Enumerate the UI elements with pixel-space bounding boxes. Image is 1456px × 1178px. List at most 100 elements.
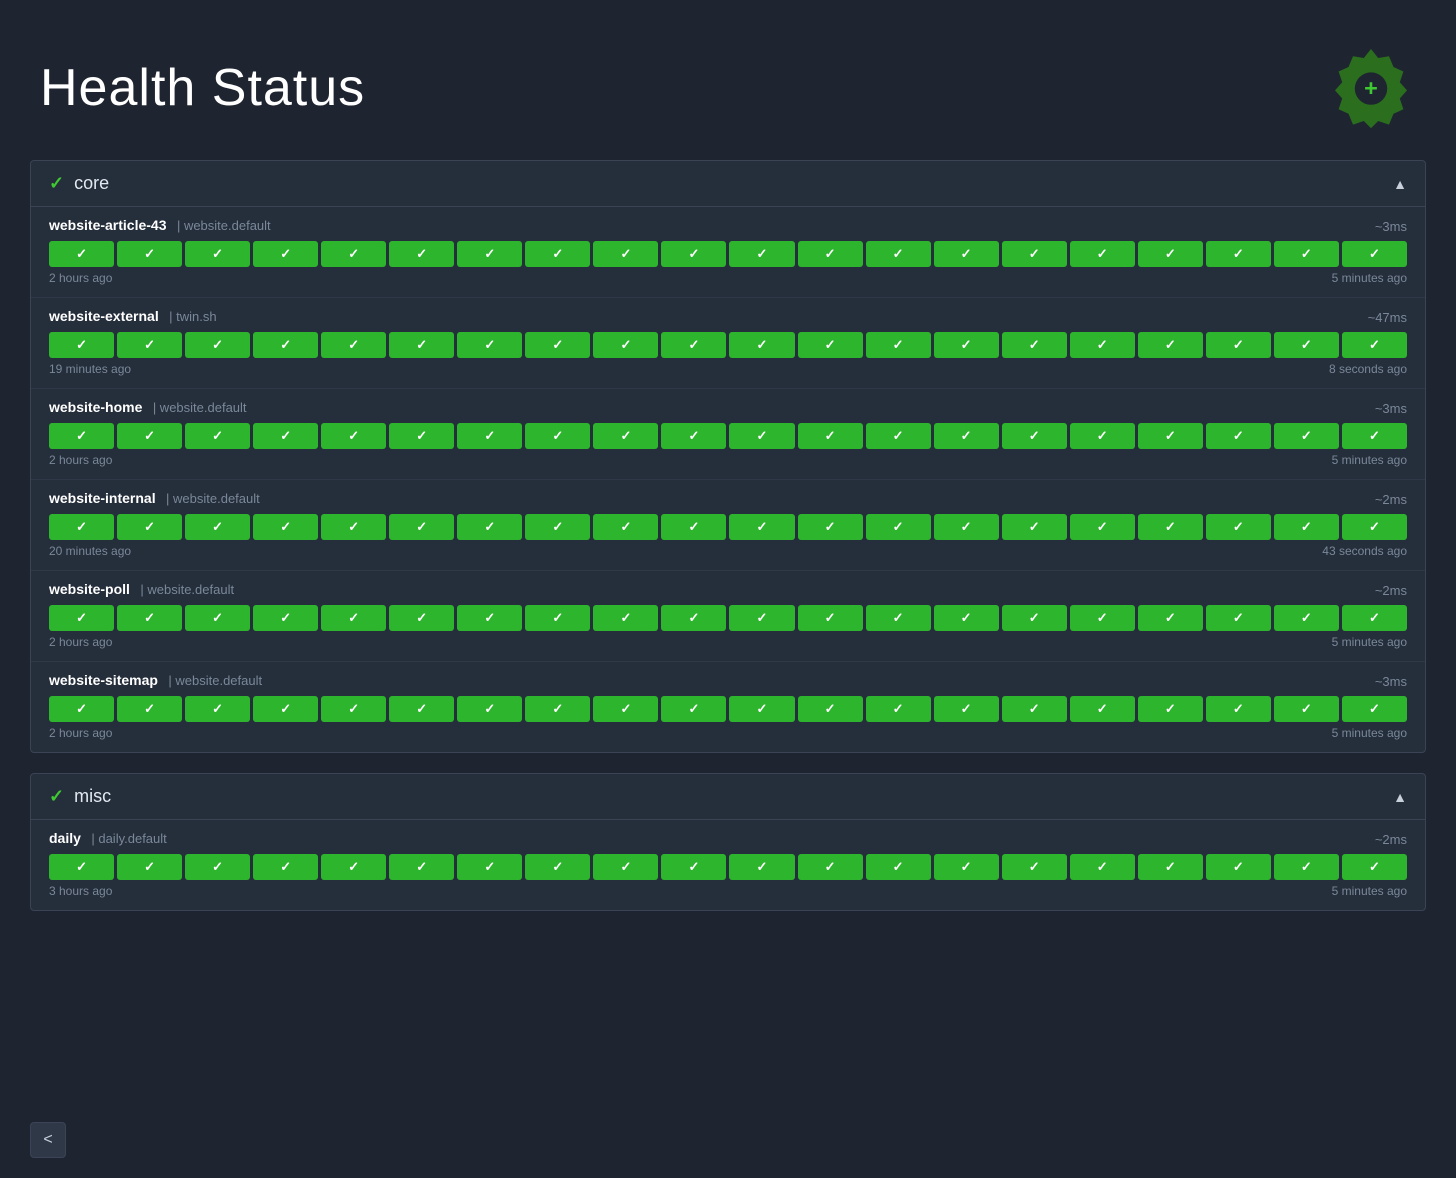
time-from-website-home: 2 hours ago (49, 453, 112, 467)
service-name-group-website-article-43: website-article-43 | website.default (49, 217, 271, 235)
section-title-misc: ✓ misc (49, 786, 111, 807)
check-box: ✓ (866, 423, 931, 449)
check-box: ✓ (1342, 854, 1407, 880)
section-header-misc[interactable]: ✓ misc ▲ (31, 774, 1425, 820)
check-box: ✓ (457, 423, 522, 449)
check-box: ✓ (1138, 241, 1203, 267)
checks-bar-website-poll: ✓✓✓✓✓✓✓✓✓✓✓✓✓✓✓✓✓✓✓✓ (49, 605, 1407, 631)
check-box: ✓ (49, 241, 114, 267)
check-box: ✓ (798, 854, 863, 880)
section-collapse-icon-core[interactable]: ▲ (1393, 176, 1407, 192)
timestamps-daily: 3 hours ago 5 minutes ago (49, 884, 1407, 898)
check-box: ✓ (117, 332, 182, 358)
check-box: ✓ (457, 696, 522, 722)
svg-text:+: + (1364, 75, 1378, 101)
service-name-website-poll: website-poll (49, 581, 130, 597)
check-box: ✓ (117, 241, 182, 267)
check-box: ✓ (1070, 423, 1135, 449)
check-box: ✓ (661, 423, 726, 449)
time-from-website-article-43: 2 hours ago (49, 271, 112, 285)
check-box: ✓ (798, 605, 863, 631)
check-box: ✓ (1070, 241, 1135, 267)
timestamps-website-poll: 2 hours ago 5 minutes ago (49, 635, 1407, 649)
check-box: ✓ (389, 696, 454, 722)
check-box: ✓ (389, 241, 454, 267)
service-row-daily: daily | daily.default ~2ms ✓✓✓✓✓✓✓✓✓✓✓✓✓… (31, 820, 1425, 910)
check-box: ✓ (593, 332, 658, 358)
check-box: ✓ (389, 605, 454, 631)
check-box: ✓ (185, 605, 250, 631)
checks-bar-website-home: ✓✓✓✓✓✓✓✓✓✓✓✓✓✓✓✓✓✓✓✓ (49, 423, 1407, 449)
time-from-website-poll: 2 hours ago (49, 635, 112, 649)
check-box: ✓ (934, 241, 999, 267)
check-box: ✓ (117, 514, 182, 540)
check-box: ✓ (1002, 241, 1067, 267)
check-box: ✓ (798, 241, 863, 267)
time-to-website-poll: 5 minutes ago (1332, 635, 1407, 649)
check-box: ✓ (866, 854, 931, 880)
check-box: ✓ (457, 514, 522, 540)
check-box: ✓ (1342, 605, 1407, 631)
sections-container: ✓ core ▲ website-article-43 | website.de… (30, 160, 1426, 911)
service-meta-daily: daily | daily.default ~2ms (49, 830, 1407, 848)
service-name-group-website-poll: website-poll | website.default (49, 581, 234, 599)
time-from-website-external: 19 minutes ago (49, 362, 131, 376)
service-timing-website-poll: ~2ms (1375, 583, 1407, 598)
check-box: ✓ (1274, 423, 1339, 449)
service-meta-website-home: website-home | website.default ~3ms (49, 399, 1407, 417)
service-timing-website-external: ~47ms (1368, 310, 1407, 325)
check-box: ✓ (661, 854, 726, 880)
check-box: ✓ (729, 423, 794, 449)
check-box: ✓ (1342, 241, 1407, 267)
check-box: ✓ (389, 332, 454, 358)
timestamps-website-sitemap: 2 hours ago 5 minutes ago (49, 726, 1407, 740)
page-title: Health Status (40, 58, 365, 118)
service-meta-website-sitemap: website-sitemap | website.default ~3ms (49, 672, 1407, 690)
check-box: ✓ (1342, 696, 1407, 722)
check-box: ✓ (321, 241, 386, 267)
check-box: ✓ (117, 423, 182, 449)
check-box: ✓ (1206, 241, 1271, 267)
check-box: ✓ (798, 696, 863, 722)
check-box: ✓ (525, 514, 590, 540)
timestamps-website-article-43: 2 hours ago 5 minutes ago (49, 271, 1407, 285)
checks-bar-website-external: ✓✓✓✓✓✓✓✓✓✓✓✓✓✓✓✓✓✓✓✓ (49, 332, 1407, 358)
check-box: ✓ (798, 423, 863, 449)
section-core: ✓ core ▲ website-article-43 | website.de… (30, 160, 1426, 753)
section-collapse-icon-misc[interactable]: ▲ (1393, 789, 1407, 805)
check-box: ✓ (798, 332, 863, 358)
service-group-website-external: | twin.sh (169, 309, 216, 324)
service-name-group-website-home: website-home | website.default (49, 399, 247, 417)
check-box: ✓ (253, 514, 318, 540)
check-box: ✓ (253, 241, 318, 267)
section-header-core[interactable]: ✓ core ▲ (31, 161, 1425, 207)
service-name-group-website-external: website-external | twin.sh (49, 308, 217, 326)
time-to-website-article-43: 5 minutes ago (1332, 271, 1407, 285)
service-name-website-article-43: website-article-43 (49, 217, 167, 233)
check-box: ✓ (1138, 423, 1203, 449)
check-box: ✓ (934, 696, 999, 722)
service-row-website-sitemap: website-sitemap | website.default ~3ms ✓… (31, 662, 1425, 752)
service-group-website-article-43: | website.default (177, 218, 271, 233)
check-box: ✓ (525, 696, 590, 722)
service-group-website-sitemap: | website.default (168, 673, 262, 688)
check-box: ✓ (1138, 605, 1203, 631)
service-name-daily: daily (49, 830, 81, 846)
back-button[interactable]: < (30, 1122, 66, 1158)
check-box: ✓ (457, 241, 522, 267)
service-timing-website-article-43: ~3ms (1375, 219, 1407, 234)
check-box: ✓ (389, 514, 454, 540)
check-box: ✓ (49, 514, 114, 540)
check-box: ✓ (49, 854, 114, 880)
check-box: ✓ (593, 514, 658, 540)
section-check-icon-core: ✓ (49, 173, 64, 194)
check-box: ✓ (321, 423, 386, 449)
check-box: ✓ (1342, 514, 1407, 540)
check-box: ✓ (117, 854, 182, 880)
service-timing-website-internal: ~2ms (1375, 492, 1407, 507)
check-box: ✓ (185, 514, 250, 540)
check-box: ✓ (1002, 605, 1067, 631)
service-group-website-internal: | website.default (166, 491, 260, 506)
service-name-group-website-sitemap: website-sitemap | website.default (49, 672, 262, 690)
check-box: ✓ (1002, 423, 1067, 449)
